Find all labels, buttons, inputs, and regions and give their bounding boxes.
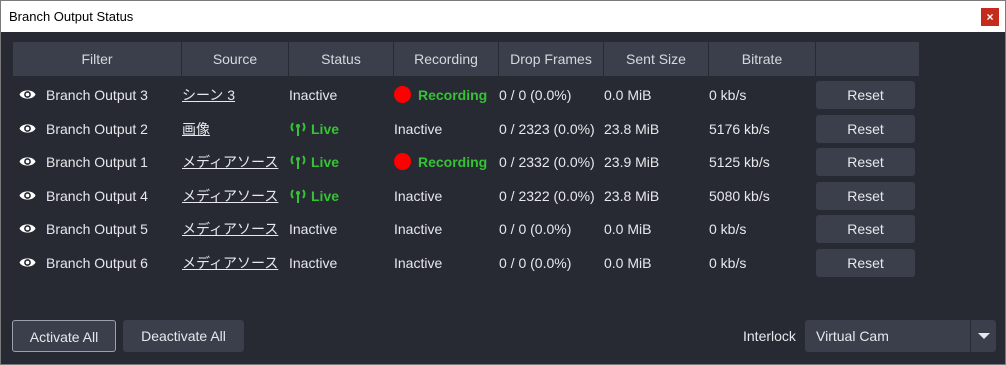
antenna-icon <box>289 121 311 137</box>
column-header-drop-frames: Drop Frames <box>499 42 603 76</box>
source-link[interactable]: メディアソース <box>182 145 278 179</box>
status-cell: Inactive <box>289 87 338 103</box>
status-cell: Live <box>289 145 339 179</box>
table-row: Branch Output 1 メディアソース Live Recording 0 / 2… <box>13 145 919 179</box>
bitrate-cell: 5080 kb/s <box>709 187 770 204</box>
recording-cell: Recording <box>394 78 487 112</box>
bitrate-cell: 0 kb/s <box>709 87 747 103</box>
filter-name: Branch Output 5 <box>46 221 148 238</box>
recording-text: Recording <box>418 154 488 171</box>
record-dot-icon <box>394 153 411 171</box>
status-cell: Inactive <box>289 221 338 238</box>
status-cell: Live <box>289 179 339 213</box>
bitrate-cell: 5176 kb/s <box>709 120 770 137</box>
interlock-dropdown-button[interactable] <box>970 320 996 352</box>
deactivate-all-button[interactable]: Deactivate All <box>123 320 244 352</box>
column-header-bitrate: Bitrate <box>709 42 815 76</box>
chevron-down-icon <box>978 333 990 339</box>
source-link[interactable]: シーン 3 <box>182 78 235 112</box>
window-title: Branch Output Status <box>9 9 134 24</box>
sent-size-cell: 0.0 MiB <box>604 87 652 103</box>
source-link[interactable]: メディアソース <box>182 212 278 246</box>
sent-size-cell: 0.0 MiB <box>604 221 652 238</box>
drop-frames-cell: 0 / 0 (0.0%) <box>499 255 572 271</box>
column-header-status: Status <box>289 42 393 76</box>
column-header-filter: Filter <box>13 42 181 76</box>
reset-button[interactable]: Reset <box>816 181 915 210</box>
recording-cell: Inactive <box>394 187 443 204</box>
interlock-selected-value: Virtual Cam <box>816 328 889 344</box>
source-link[interactable]: 画像 <box>182 112 210 146</box>
antenna-icon <box>289 154 311 170</box>
bitrate-cell: 5125 kb/s <box>709 154 770 171</box>
source-link[interactable]: メディアソース <box>182 179 278 213</box>
table-row: Branch Output 2 画像 Live Inactive 0 / 2323 (0… <box>13 112 919 146</box>
filter-name: Branch Output 3 <box>46 87 148 103</box>
reset-button[interactable]: Reset <box>816 148 915 177</box>
reset-button[interactable]: Reset <box>816 81 915 109</box>
table-row: Branch Output 4 メディアソース Live Inactive 0 / 23… <box>13 179 919 213</box>
filter-name: Branch Output 4 <box>46 187 148 204</box>
close-button[interactable]: × <box>981 8 999 26</box>
interlock-select[interactable]: Virtual Cam <box>805 320 996 352</box>
source-link[interactable]: メディアソース <box>182 246 278 280</box>
drop-frames-cell: 0 / 0 (0.0%) <box>499 221 572 238</box>
reset-button[interactable]: Reset <box>816 114 915 143</box>
status-text: Live <box>311 187 340 204</box>
filter-name: Branch Output 2 <box>46 120 148 137</box>
branch-output-status-window: Branch Output Status × Filter Source Statu… <box>0 0 1006 365</box>
eye-icon[interactable] <box>19 222 36 240</box>
recording-cell: Inactive <box>394 120 443 137</box>
table-row: Branch Output 5 メディアソース Inactive Inactive 0 … <box>13 212 919 246</box>
column-header-sent-size: Sent Size <box>604 42 708 76</box>
activate-all-button[interactable]: Activate All <box>12 320 116 352</box>
table-row: Branch Output 3 シーン 3 Inactive Recording 0 /… <box>13 78 919 112</box>
sent-size-cell: 23.9 MiB <box>604 154 660 171</box>
sent-size-cell: 23.8 MiB <box>604 187 660 204</box>
drop-frames-cell: 0 / 2323 (0.0%) <box>499 120 595 137</box>
column-header-recording: Recording <box>394 42 498 76</box>
title-bar: Branch Output Status × <box>1 1 1005 32</box>
reset-button[interactable]: Reset <box>816 215 915 244</box>
antenna-icon <box>289 188 311 204</box>
sent-size-cell: 23.8 MiB <box>604 120 660 137</box>
recording-cell: Inactive <box>394 255 443 271</box>
status-text: Live <box>311 120 340 137</box>
recording-cell: Recording <box>394 145 487 179</box>
record-dot-icon <box>394 86 411 103</box>
drop-frames-cell: 0 / 0 (0.0%) <box>499 87 572 103</box>
recording-text: Recording <box>418 87 488 103</box>
column-header-actions <box>816 42 919 76</box>
status-cell: Inactive <box>289 255 338 271</box>
interlock-label: Interlock <box>743 328 796 344</box>
status-cell: Live <box>289 112 339 146</box>
eye-icon[interactable] <box>19 155 36 173</box>
recording-cell: Inactive <box>394 221 443 238</box>
eye-icon[interactable] <box>19 122 36 140</box>
drop-frames-cell: 0 / 2322 (0.0%) <box>499 187 595 204</box>
output-table: Filter Source Status Recording Drop Frames Se… <box>13 42 919 282</box>
filter-name: Branch Output 1 <box>46 154 148 171</box>
drop-frames-cell: 0 / 2332 (0.0%) <box>499 154 595 171</box>
table-row: Branch Output 6 メディアソース Inactive Inactive 0 … <box>13 246 919 280</box>
eye-icon[interactable] <box>19 256 36 274</box>
reset-button[interactable]: Reset <box>816 249 915 277</box>
eye-icon[interactable] <box>19 189 36 207</box>
bitrate-cell: 0 kb/s <box>709 255 747 271</box>
filter-name: Branch Output 6 <box>46 255 148 271</box>
eye-icon[interactable] <box>19 88 36 106</box>
bitrate-cell: 0 kb/s <box>709 221 747 238</box>
column-header-source: Source <box>182 42 288 76</box>
sent-size-cell: 0.0 MiB <box>604 255 652 271</box>
close-icon: × <box>986 10 994 24</box>
status-text: Live <box>311 154 340 171</box>
